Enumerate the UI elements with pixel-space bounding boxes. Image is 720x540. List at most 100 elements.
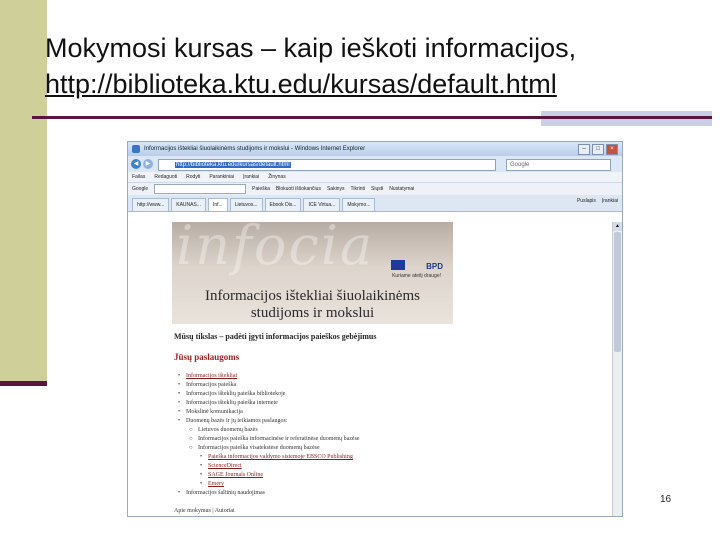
banner-headline: Informacijos ištekliai šiuolaikinėms stu… bbox=[172, 288, 453, 322]
bullet-icon: • bbox=[178, 409, 181, 415]
menu-edit[interactable]: Redaguoti bbox=[154, 172, 177, 182]
list-item[interactable]: • Emery bbox=[174, 480, 360, 489]
tab-2[interactable]: KAUNAS... bbox=[171, 198, 206, 211]
bullet-icon: • bbox=[178, 400, 181, 406]
url-input[interactable]: http://biblioteka.ktu.edu/kursas/default… bbox=[158, 159, 496, 171]
list-item[interactable]: • Paieška informacijos valdymo sistemoje … bbox=[174, 453, 360, 462]
bullet-icon: ○ bbox=[189, 445, 193, 451]
tab-6[interactable]: ICE Virtua... bbox=[303, 198, 341, 211]
menu-tools[interactable]: Įrankiai bbox=[243, 172, 259, 182]
toolbar-sentence[interactable]: Sakinys bbox=[327, 183, 345, 195]
window-controls: – □ × bbox=[578, 144, 618, 155]
toolbar-popup-blocker[interactable]: Blokuoti iššokančius bbox=[276, 183, 321, 195]
banner-ghost-text: infocia bbox=[176, 222, 375, 277]
window-title: Informacijos ištekliai šiuolaikinėms stu… bbox=[144, 146, 366, 152]
bullet-icon: ○ bbox=[189, 436, 193, 442]
scroll-thumb[interactable] bbox=[614, 232, 621, 352]
command-bar: Puslapis Įrankiai bbox=[577, 198, 618, 204]
google-label: Google bbox=[132, 186, 149, 192]
tools-menu-button[interactable]: Įrankiai bbox=[602, 198, 618, 204]
url-text: http://biblioteka.ktu.edu/kursas/default… bbox=[175, 162, 291, 168]
search-input[interactable]: Google bbox=[506, 159, 611, 171]
list-item-label: Emery bbox=[208, 481, 224, 487]
list-item-label: Informacijos išteklių paieška biblioteko… bbox=[186, 391, 286, 397]
slide-title: Mokymosi kursas – kaip ieškoti informaci… bbox=[45, 30, 715, 102]
tab-active[interactable]: Inf... bbox=[207, 198, 228, 211]
list-item[interactable]: • Informacijos ištekliai bbox=[174, 372, 360, 381]
slide-title-line-1: Mokymosi kursas – kaip ieškoti informaci… bbox=[45, 33, 577, 63]
bullet-icon: • bbox=[178, 391, 181, 397]
list-item[interactable]: • Mokslinė komunikacija bbox=[174, 408, 360, 417]
menu-help[interactable]: Žinynas bbox=[268, 172, 286, 182]
browser-titlebar: Informacijos ištekliai šiuolaikinėms stu… bbox=[128, 142, 622, 156]
bullet-icon: • bbox=[200, 454, 203, 460]
address-bar: ◀ ▶ http://biblioteka.ktu.edu/kursas/def… bbox=[128, 156, 622, 172]
list-item[interactable]: • ScienceDirect bbox=[174, 462, 360, 471]
maximize-icon[interactable]: □ bbox=[592, 144, 604, 155]
list-item[interactable]: ○ Informacijos paieška informacinėse ir r… bbox=[174, 435, 360, 444]
slide-title-url[interactable]: http://biblioteka.ktu.edu/kursas/default… bbox=[45, 66, 715, 102]
menu-favorites[interactable]: Parankiniai bbox=[209, 172, 234, 182]
page-content: infocia BPD Kuriame ateitį drauge! Infor… bbox=[128, 222, 622, 516]
site-motto: Mūsų tikslas – padėti įgyti informacijos… bbox=[174, 332, 377, 341]
list-item[interactable]: ○ Lietuvos duomenų bazės bbox=[174, 426, 360, 435]
ie-icon bbox=[132, 145, 140, 153]
tab-5[interactable]: Ebook Dis... bbox=[264, 198, 302, 211]
back-icon[interactable]: ◀ bbox=[131, 159, 141, 169]
list-item[interactable]: • Informacijos šaltinių naudojimas bbox=[174, 489, 360, 498]
menu-file[interactable]: Failas bbox=[132, 172, 145, 182]
list-item-label: Mokslinė komunikacija bbox=[186, 409, 243, 415]
list-item-label: Informacijos išteklių paieška internete bbox=[186, 400, 278, 406]
list-item[interactable]: • Duomenų bazės ir jų teikiamos paslaugos… bbox=[174, 417, 360, 426]
list-item-label: Lietuvos duomenų bazės bbox=[198, 427, 258, 433]
site-banner: infocia BPD Kuriame ateitį drauge! Infor… bbox=[172, 222, 453, 324]
services-list: • Informacijos ištekliai • Informacijos pai… bbox=[174, 372, 360, 498]
bullet-icon: • bbox=[200, 481, 203, 487]
browser-screenshot: Informacijos ištekliai šiuolaikinėms stu… bbox=[128, 142, 622, 516]
list-item[interactable]: ○ Informacijos paieška visatekstėse duome… bbox=[174, 444, 360, 453]
bullet-icon: • bbox=[200, 463, 203, 469]
google-search-input[interactable] bbox=[154, 184, 247, 194]
toolbar-search[interactable]: Paieška bbox=[252, 183, 270, 195]
list-item-label: Informacijos paieška bbox=[186, 382, 237, 388]
title-rule bbox=[32, 116, 712, 119]
list-item[interactable]: • Informacijos išteklių paieška bibliotek… bbox=[174, 390, 360, 399]
minimize-icon[interactable]: – bbox=[578, 144, 590, 155]
forward-icon[interactable]: ▶ bbox=[143, 159, 153, 169]
toolbar-check[interactable]: Tikrinti bbox=[350, 183, 365, 195]
page-footer[interactable]: Apie mokymus | Autoriai bbox=[174, 508, 235, 514]
slide-side-band bbox=[0, 0, 47, 386]
bullet-icon: • bbox=[178, 418, 181, 424]
bullet-icon: • bbox=[178, 373, 181, 379]
eu-flag-icon bbox=[391, 260, 405, 270]
list-item-label: Informacijos paieška informacinėse ir re… bbox=[198, 436, 360, 442]
scroll-up-icon[interactable]: ▲ bbox=[613, 222, 622, 231]
bpd-logo: BPD bbox=[426, 262, 443, 271]
google-toolbar: Google Paieška Blokuoti iššokančius Saki… bbox=[128, 182, 622, 195]
tab-7[interactable]: Mokymo... bbox=[342, 198, 376, 211]
list-item-label: Duomenų bazės ir jų teikiamos paslaugos: bbox=[186, 418, 288, 424]
bullet-icon: ○ bbox=[189, 427, 193, 433]
page-menu-button[interactable]: Puslapis bbox=[577, 198, 596, 204]
list-item[interactable]: • Informacijos paieška bbox=[174, 381, 360, 390]
bullet-icon: • bbox=[178, 382, 181, 388]
close-icon[interactable]: × bbox=[606, 144, 618, 155]
list-item[interactable]: • Informacijos išteklių paieška internete bbox=[174, 399, 360, 408]
tab-bar: http://www... KAUNAS... Inf... Lietuvos.… bbox=[128, 195, 622, 212]
toolbar-settings[interactable]: Nustatymai bbox=[389, 183, 414, 195]
vertical-scrollbar[interactable]: ▲ bbox=[612, 222, 622, 516]
menu-view[interactable]: Rodyti bbox=[186, 172, 200, 182]
toolbar-send[interactable]: Siųsti bbox=[371, 183, 383, 195]
banner-headline-line-2: studijoms ir mokslui bbox=[250, 305, 375, 321]
tab-4[interactable]: Lietuvos... bbox=[229, 198, 263, 211]
menu-bar: Failas Redaguoti Rodyti Parankiniai Įran… bbox=[128, 172, 622, 182]
list-item-label: SAGE Journals Online bbox=[208, 472, 263, 478]
bullet-icon: • bbox=[200, 472, 203, 478]
list-item-label: Paieška informacijos valdymo sistemoje E… bbox=[208, 454, 353, 460]
tab-1[interactable]: http://www... bbox=[132, 198, 170, 211]
slide-page-number: 16 bbox=[660, 494, 672, 505]
list-item[interactable]: • SAGE Journals Online bbox=[174, 471, 360, 480]
bullet-icon: • bbox=[178, 490, 181, 496]
section-heading: Jūsų paslaugoms bbox=[174, 352, 240, 362]
list-item-label: Informacijos paieška visatekstėse duomen… bbox=[198, 445, 320, 451]
